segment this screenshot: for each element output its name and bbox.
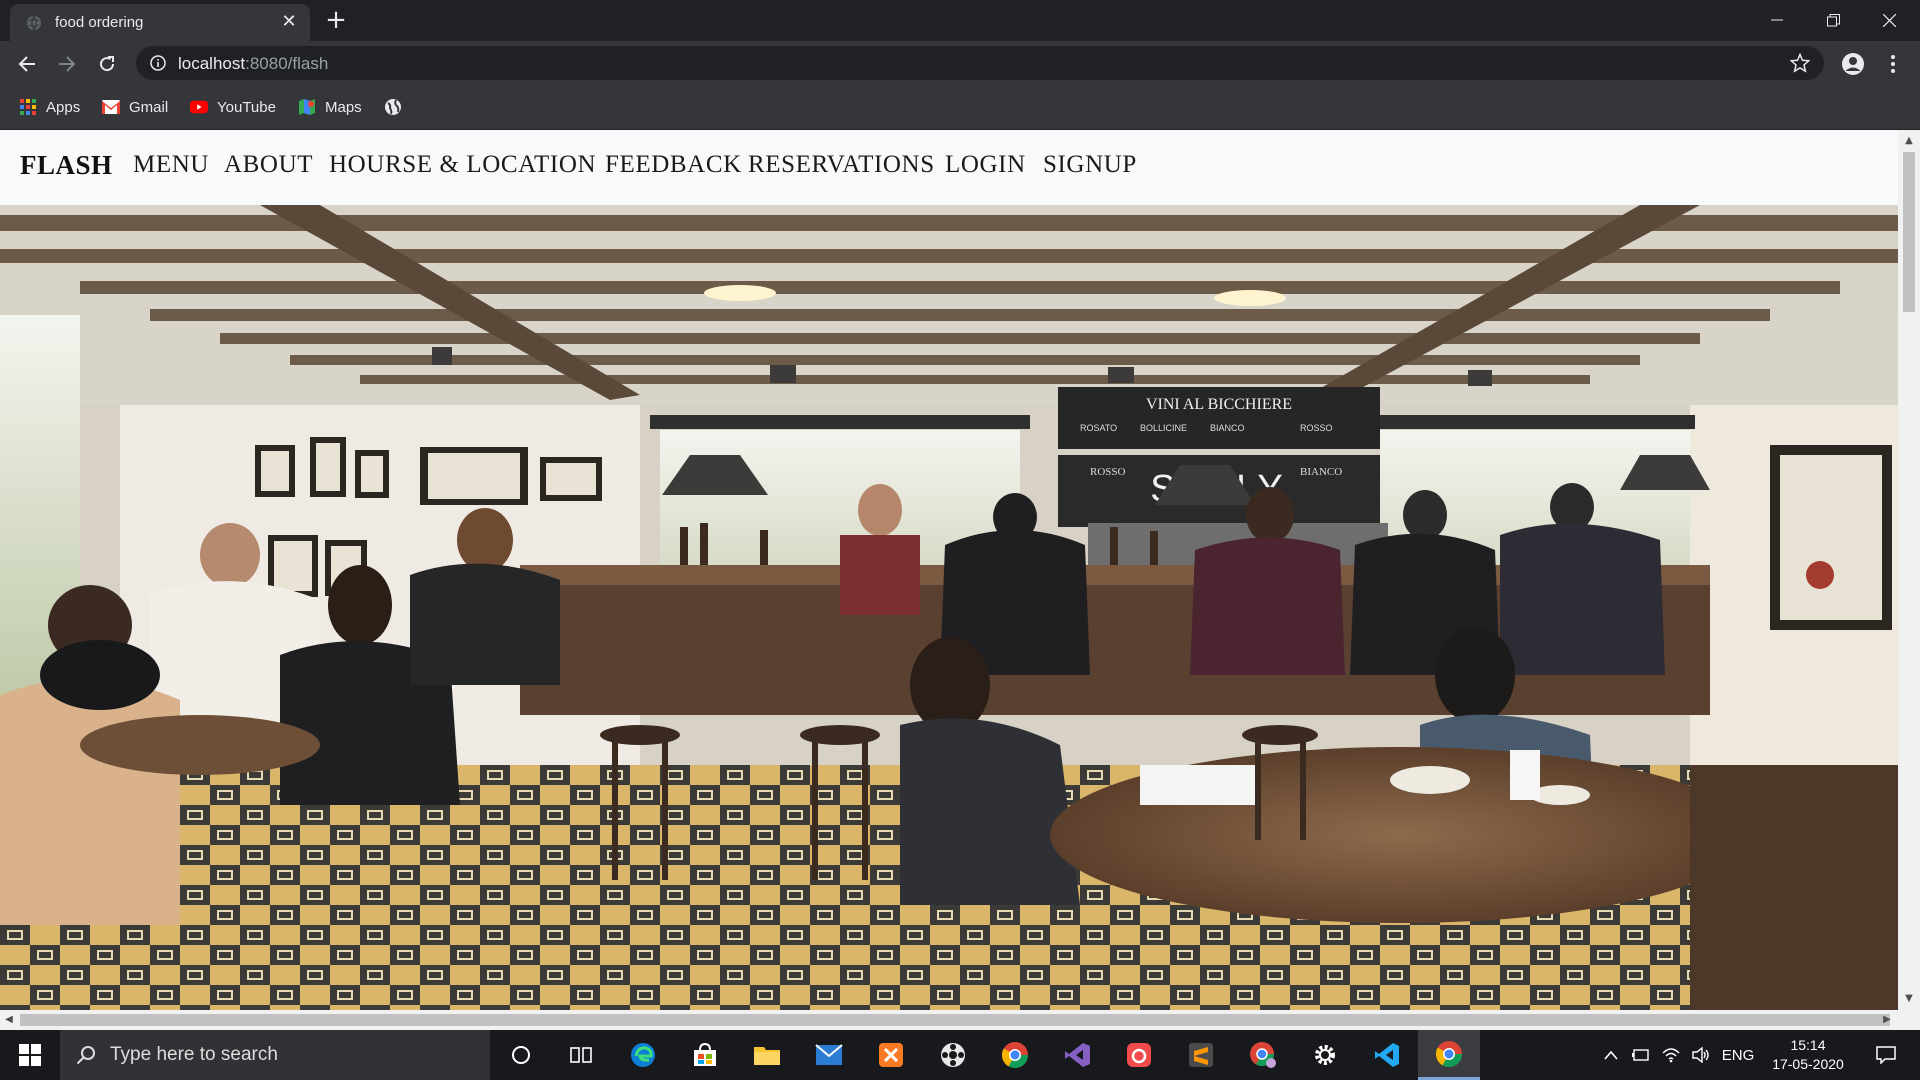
hero-restaurant-image: VINI AL BICCHIERE ROSATO BOLLICINE BIANC…	[0, 205, 1898, 1010]
sublime-text-icon[interactable]	[1170, 1030, 1232, 1080]
windows-start-icon[interactable]	[0, 1030, 60, 1080]
close-tab-icon[interactable]: ✕	[278, 11, 300, 33]
bookmark-star-icon[interactable]	[1790, 53, 1810, 73]
apps-grid-icon	[20, 99, 36, 115]
chrome-icon[interactable]	[984, 1030, 1046, 1080]
forward-icon[interactable]	[52, 50, 82, 78]
address-bar[interactable]: localhost:8080/flash	[136, 46, 1824, 80]
wine-col-bollicine: BOLLICINE	[1140, 423, 1187, 433]
clock-date: 17-05-2020	[1772, 1056, 1844, 1072]
bookmark-label: Gmail	[129, 98, 169, 116]
nav-link-feedback[interactable]: FEEDBACK	[605, 151, 742, 179]
page-viewport: FLASH MENU ABOUT HOURSE & LOCATION FEEDB…	[0, 130, 1920, 1030]
taskbar-search-box[interactable]: Type here to search	[60, 1030, 490, 1080]
bookmark-label: Apps	[46, 98, 81, 116]
vertical-scrollbar[interactable]: ▲ ▼	[1898, 130, 1920, 1010]
browser-toolbar: localhost:8080/flash	[0, 41, 1920, 86]
browser-tab[interactable]: food ordering ✕	[10, 4, 310, 41]
vscode-icon[interactable]	[1356, 1030, 1418, 1080]
close-window-icon[interactable]	[1866, 4, 1912, 36]
xampp-icon[interactable]	[860, 1030, 922, 1080]
bookmark-gmail[interactable]: Gmail	[102, 96, 168, 118]
clock-time: 15:14	[1790, 1037, 1826, 1053]
sicily-board-left: ROSSO	[1090, 466, 1126, 478]
volume-icon[interactable]	[1688, 1030, 1714, 1080]
search-placeholder: Type here to search	[110, 1044, 278, 1065]
store-icon[interactable]	[674, 1030, 736, 1080]
edge-icon[interactable]	[612, 1030, 674, 1080]
scroll-right-icon[interactable]: ▶	[1882, 1015, 1892, 1025]
battery-icon[interactable]	[1628, 1030, 1654, 1080]
wine-col-bianco: BIANCO	[1210, 423, 1245, 433]
horizontal-scroll-thumb[interactable]	[20, 1014, 1890, 1026]
scroll-up-icon[interactable]: ▲	[1904, 136, 1914, 146]
wine-col-rosso: ROSSO	[1300, 423, 1333, 433]
tab-strip: food ordering ✕ +	[0, 0, 1920, 41]
restore-icon[interactable]	[1810, 4, 1856, 36]
gmail-icon	[102, 100, 120, 114]
nav-link-hours-location[interactable]: HOURSE & LOCATION	[329, 151, 596, 179]
search-icon	[76, 1046, 95, 1065]
settings-gear-icon[interactable]	[1294, 1030, 1356, 1080]
site-navbar: FLASH MENU ABOUT HOURSE & LOCATION FEEDB…	[0, 130, 1898, 206]
url-text: localhost:8080/flash	[178, 54, 329, 73]
new-tab-icon[interactable]: +	[322, 7, 350, 35]
task-view-icon[interactable]	[550, 1030, 612, 1080]
language-indicator[interactable]: ENG	[1718, 1030, 1758, 1080]
wifi-icon[interactable]	[1658, 1030, 1684, 1080]
nav-link-login[interactable]: LOGIN	[945, 151, 1026, 179]
visual-studio-icon[interactable]	[1046, 1030, 1108, 1080]
bookmark-maps[interactable]: Maps	[298, 96, 362, 118]
nav-link-reservations[interactable]: RESERVATIONS	[748, 151, 935, 179]
taskbar: Type here to search ENG 15:14 17-05-2020	[0, 1030, 1920, 1080]
nav-link-about[interactable]: ABOUT	[224, 151, 313, 179]
profile-avatar-icon[interactable]	[1838, 50, 1868, 78]
notifications-icon[interactable]	[1866, 1030, 1906, 1080]
screen-recorder-icon[interactable]	[1108, 1030, 1170, 1080]
brand-logo[interactable]: FLASH	[20, 150, 113, 181]
scroll-left-icon[interactable]: ◀	[4, 1015, 14, 1025]
menu-kebab-icon[interactable]	[1878, 50, 1908, 78]
globe-icon	[385, 99, 401, 115]
chrome-profile-icon[interactable]	[1232, 1030, 1294, 1080]
globe-icon	[27, 15, 41, 31]
youtube-icon	[190, 100, 208, 114]
wine-col-rosato: ROSATO	[1080, 423, 1117, 433]
maps-icon	[299, 99, 315, 115]
minimize-icon[interactable]	[1754, 4, 1800, 36]
bookmark-label: Maps	[325, 98, 362, 116]
file-explorer-icon[interactable]	[736, 1030, 798, 1080]
mail-icon[interactable]	[798, 1030, 860, 1080]
bookmarks-bar: Apps Gmail YouTube Maps	[0, 86, 1920, 130]
back-icon[interactable]	[12, 50, 42, 78]
system-clock[interactable]: 15:14 17-05-2020	[1760, 1036, 1856, 1074]
vertical-scroll-thumb[interactable]	[1903, 152, 1915, 312]
scroll-down-icon[interactable]: ▼	[1904, 994, 1914, 1004]
bookmark-label: YouTube	[217, 98, 276, 116]
bookmark-web[interactable]	[384, 96, 411, 118]
cortana-icon[interactable]	[490, 1030, 552, 1080]
media-player-icon[interactable]	[922, 1030, 984, 1080]
horizontal-scrollbar[interactable]: ◀ ▶	[0, 1010, 1920, 1030]
chrome-active-icon[interactable]	[1418, 1030, 1480, 1080]
bookmark-youtube[interactable]: YouTube	[190, 96, 276, 118]
sicily-board-right: BIANCO	[1300, 466, 1342, 478]
chevron-up-icon[interactable]	[1598, 1030, 1624, 1080]
wine-board-title: VINI AL BICCHIERE	[1146, 396, 1292, 413]
info-icon[interactable]	[150, 55, 166, 71]
tab-title: food ordering	[55, 14, 144, 31]
nav-link-signup[interactable]: SIGNUP	[1043, 151, 1137, 179]
reload-icon[interactable]	[92, 50, 122, 78]
nav-link-menu[interactable]: MENU	[133, 151, 209, 179]
bookmark-apps[interactable]: Apps	[19, 96, 80, 118]
